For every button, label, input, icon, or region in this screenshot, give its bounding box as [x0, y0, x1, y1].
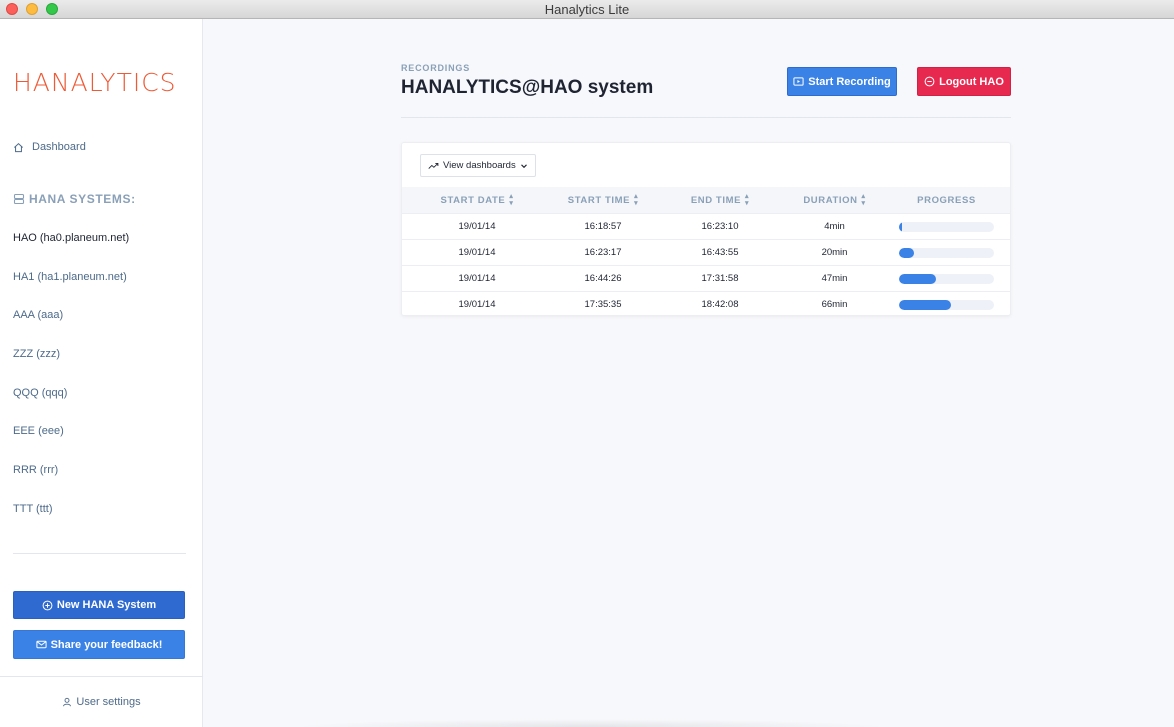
user-settings-link[interactable]: User settings	[0, 696, 203, 708]
progress-bar	[899, 299, 994, 310]
chevron-down-icon	[520, 163, 528, 169]
sidebar-item-dashboard[interactable]: Dashboard	[13, 141, 86, 153]
view-dashboards-label: View dashboards	[443, 160, 516, 171]
cell-start-date: 19/01/14	[458, 299, 496, 310]
progress-bar	[899, 221, 994, 232]
minus-circle-icon	[924, 76, 935, 87]
sort-icon: ▴ ▾	[861, 193, 866, 207]
cell-start-date: 19/01/14	[458, 221, 496, 232]
app-logo: HANALYTICS	[13, 68, 177, 97]
progress-fill	[899, 299, 952, 310]
minimize-window-button[interactable]	[26, 3, 38, 15]
cell-start-date: 19/01/14	[458, 247, 496, 258]
sidebar-item-system[interactable]: HAO (ha0.planeum.net)	[13, 232, 129, 271]
page-eyebrow: RECORDINGS	[401, 63, 471, 73]
cell-start-time: 16:18:57	[584, 221, 622, 232]
share-feedback-button[interactable]: Share your feedback!	[13, 630, 185, 659]
column-header-duration[interactable]: DURATION ▴ ▾	[786, 193, 883, 207]
bottom-shadow	[290, 719, 890, 727]
logout-button[interactable]: Logout HAO	[917, 67, 1011, 96]
sidebar-item-system[interactable]: AAA (aaa)	[13, 309, 129, 348]
new-hana-system-button[interactable]: New HANA System	[13, 591, 185, 619]
window-titlebar: Hanalytics Lite	[0, 0, 1174, 19]
sort-icon: ▴ ▾	[745, 193, 750, 207]
cell-end-time: 17:31:58	[701, 273, 739, 284]
cell-start-time: 17:35:35	[584, 299, 622, 310]
view-dashboards-dropdown[interactable]: View dashboards	[420, 154, 536, 177]
column-header-start-time[interactable]: START TIME ▴ ▾	[552, 193, 654, 207]
header-divider	[401, 117, 1011, 118]
progress-fill	[899, 221, 902, 232]
sidebar-item-system[interactable]: ZZZ (zzz)	[13, 348, 129, 387]
plus-circle-icon	[42, 600, 53, 611]
mail-icon	[35, 639, 47, 650]
cell-progress	[883, 221, 1010, 232]
page-title: HANALYTICS@HAO system	[401, 77, 654, 98]
start-recording-label: Start Recording	[808, 75, 891, 88]
sidebar-footer-divider	[0, 676, 203, 677]
table-row[interactable]: 19/01/14 16:18:57 16:23:10 4min	[402, 213, 1010, 239]
new-hana-system-label: New HANA System	[56, 599, 157, 611]
progress-fill	[899, 247, 915, 258]
sidebar-divider	[13, 553, 186, 554]
column-header-label: START DATE	[440, 194, 506, 206]
cell-progress	[883, 273, 1010, 284]
close-window-button[interactable]	[6, 3, 18, 15]
share-feedback-label: Share your feedback!	[50, 638, 163, 651]
user-icon	[62, 697, 72, 707]
cell-duration: 4min	[824, 221, 845, 232]
sidebar-item-system[interactable]: QQQ (qqq)	[13, 387, 129, 426]
recordings-table-body: 19/01/14 16:18:57 16:23:10 4min 19/01/14…	[402, 213, 1010, 317]
table-row[interactable]: 19/01/14 16:44:26 17:31:58 47min	[402, 265, 1010, 291]
sidebar: HANALYTICS Dashboard HANA SYSTEMS: HAO (…	[0, 19, 203, 727]
column-header-start-date[interactable]: START DATE ▴ ▾	[402, 193, 552, 207]
cell-start-time: 16:23:17	[584, 247, 622, 258]
column-header-label: END TIME	[690, 194, 742, 206]
column-header-progress: PROGRESS	[883, 195, 1010, 206]
home-icon	[13, 142, 24, 153]
table-header: START DATE ▴ ▾ START TIME ▴ ▾ END TIME ▴ ▾ …	[402, 187, 1010, 213]
server-icon	[13, 193, 25, 205]
recordings-card: View dashboards START DATE ▴ ▾ START TIME…	[401, 142, 1011, 316]
cell-end-time: 16:43:55	[701, 247, 739, 258]
trending-up-icon	[428, 162, 439, 170]
sidebar-item-label: Dashboard	[32, 141, 86, 153]
cell-end-time: 18:42:08	[701, 299, 739, 310]
systems-heading-label: HANA SYSTEMS:	[29, 192, 136, 206]
cell-duration: 47min	[821, 273, 848, 284]
progress-fill	[899, 273, 937, 284]
cell-end-time: 16:23:10	[701, 221, 739, 232]
sidebar-item-system[interactable]: EEE (eee)	[13, 425, 129, 464]
cell-progress	[883, 247, 1010, 258]
column-header-label: PROGRESS	[917, 194, 976, 206]
cell-duration: 20min	[821, 247, 848, 258]
column-header-end-time[interactable]: END TIME ▴ ▾	[654, 193, 786, 207]
sidebar-item-system[interactable]: RRR (rrr)	[13, 464, 129, 503]
cell-start-date: 19/01/14	[458, 273, 496, 284]
cell-duration: 66min	[821, 299, 848, 310]
progress-bar	[899, 273, 994, 284]
systems-list: HAO (ha0.planeum.net) HA1 (ha1.planeum.n…	[13, 232, 129, 542]
sidebar-item-system[interactable]: TTT (ttt)	[13, 503, 129, 542]
window-title: Hanalytics Lite	[544, 1, 630, 17]
cell-start-time: 16:44:26	[584, 273, 622, 284]
sort-icon: ▴ ▾	[634, 193, 639, 207]
window-controls	[6, 3, 58, 15]
progress-bar	[899, 247, 994, 258]
video-icon	[793, 76, 804, 87]
column-header-label: START TIME	[567, 194, 631, 206]
sidebar-item-system[interactable]: HA1 (ha1.planeum.net)	[13, 271, 129, 310]
start-recording-button[interactable]: Start Recording	[787, 67, 897, 96]
user-settings-label: User settings	[76, 696, 141, 708]
table-row[interactable]: 19/01/14 17:35:35 18:42:08 66min	[402, 291, 1010, 317]
systems-heading: HANA SYSTEMS:	[13, 192, 136, 206]
maximize-window-button[interactable]	[46, 3, 58, 15]
column-header-label: DURATION	[803, 194, 858, 206]
table-row[interactable]: 19/01/14 16:23:17 16:43:55 20min	[402, 239, 1010, 265]
cell-progress	[883, 299, 1010, 310]
logout-label: Logout HAO	[939, 75, 1004, 88]
sort-icon: ▴ ▾	[509, 193, 514, 207]
